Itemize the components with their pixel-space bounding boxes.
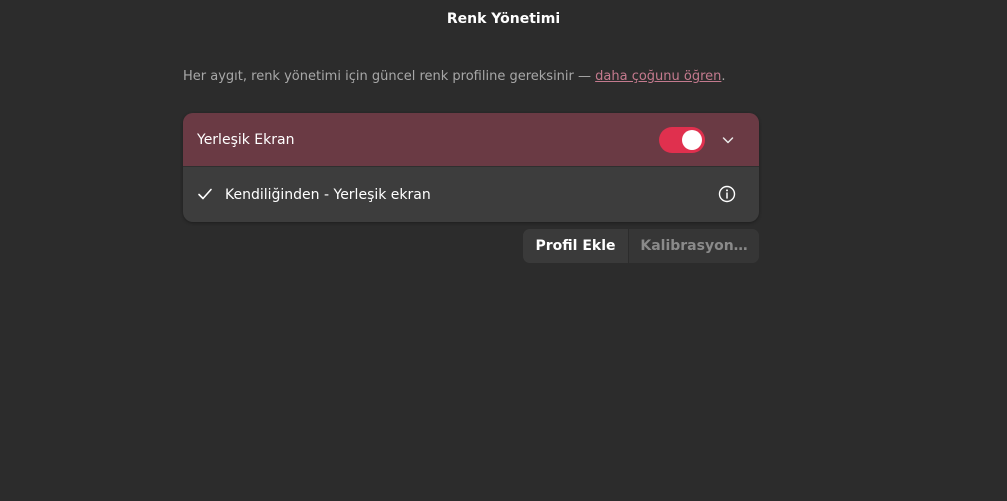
device-header[interactable]: Yerleşik Ekran [183, 113, 759, 167]
learn-more-link[interactable]: daha çoğunu öğren [595, 69, 721, 84]
profile-label: Kendiliğinden - Yerleşik ekran [225, 186, 431, 203]
toggle-knob [682, 130, 702, 150]
intro-suffix: . [721, 69, 726, 84]
expand-button[interactable] [717, 129, 739, 151]
color-settings-page: Renk Yönetimi Her aygıt, renk yönetimi i… [0, 0, 1007, 501]
check-icon [198, 188, 212, 200]
profile-row[interactable]: Kendiliğinden - Yerleşik ekran [183, 167, 759, 222]
color-management-toggle[interactable] [659, 127, 705, 153]
profile-actions: Profil Ekle Kalibrasyon… [523, 229, 759, 263]
chevron-down-icon [722, 137, 734, 144]
page-title: Renk Yönetimi [446, 11, 561, 27]
info-icon[interactable] [718, 185, 736, 203]
intro-text: Her aygıt, renk yönetimi için güncel ren… [183, 69, 726, 84]
add-profile-button[interactable]: Profil Ekle [523, 229, 629, 263]
calibrate-button[interactable]: Kalibrasyon… [629, 229, 759, 263]
intro-description: Her aygıt, renk yönetimi için güncel ren… [183, 69, 596, 84]
device-card: Yerleşik Ekran Kendiliğinden - Yerleşik … [183, 113, 759, 222]
device-name: Yerleşik Ekran [197, 131, 295, 148]
